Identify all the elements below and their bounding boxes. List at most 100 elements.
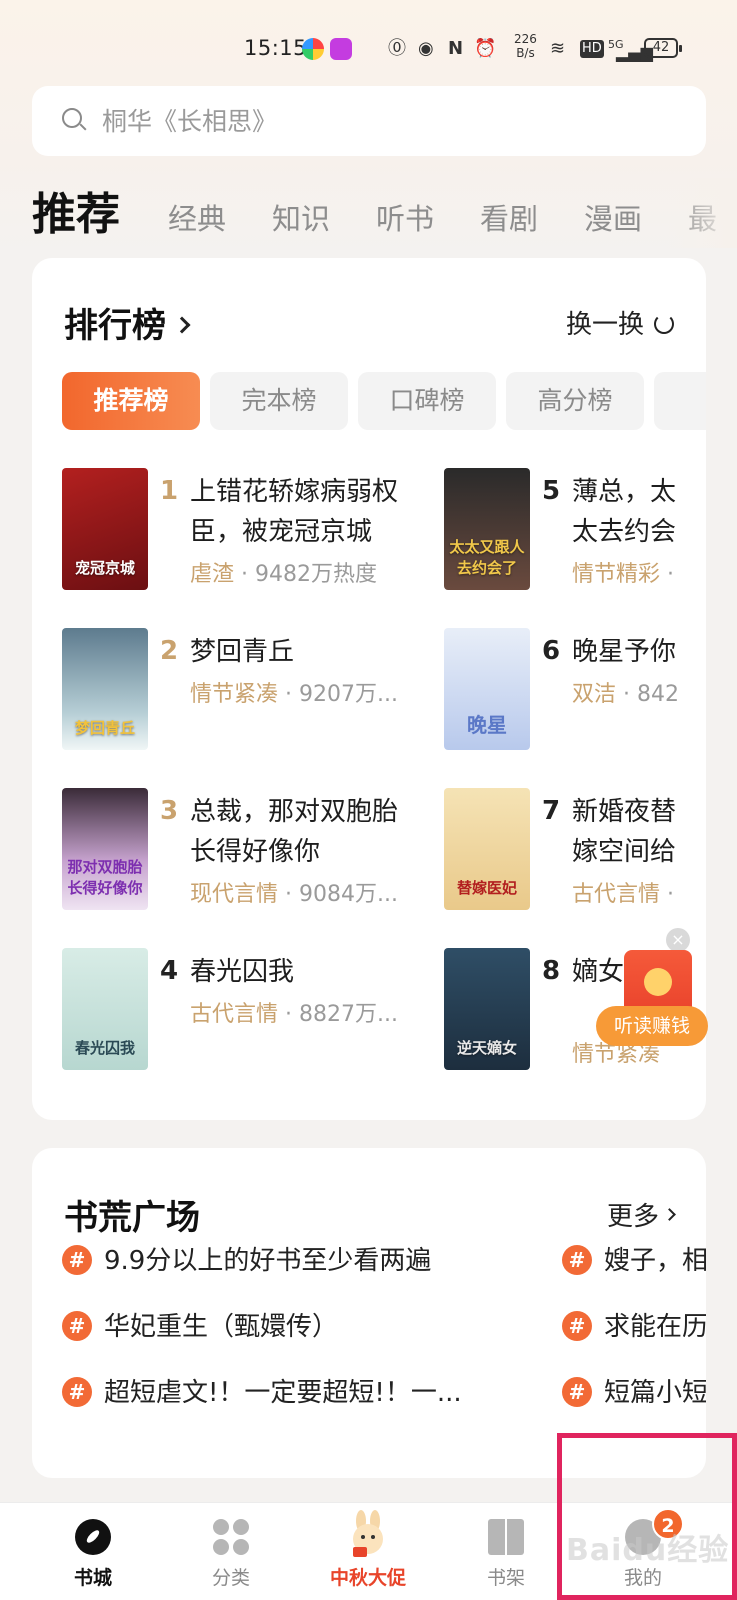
highlight-box [557,1433,737,1600]
topic-item[interactable]: #9.9分以上的好书至少看两遍 [62,1240,431,1280]
earn-label: 听读赚钱 [596,1006,708,1046]
rank-number: 3 [160,796,179,826]
hashtag-icon: # [62,1244,92,1275]
chip-reputation[interactable]: 口碑榜 [358,372,496,430]
hd-icon: HD [580,40,604,58]
rank-number: 7 [542,796,561,826]
tab-classic[interactable]: 经典 [168,196,226,238]
app-notification-icon [302,38,324,60]
book-meta: 古代言情 · 8827万... [190,1002,398,1027]
rank-number: 6 [542,636,561,666]
book-title: 总裁，那对双胞胎长得好像你 [190,797,399,867]
nav-bookshelf[interactable]: 书架 [451,1503,561,1600]
tab-recommend[interactable]: 推荐 [32,178,120,242]
search-input[interactable] [102,102,682,140]
nfc-icon: ⓪ [388,38,406,59]
compass-icon [75,1519,111,1555]
ranking-title[interactable]: 排行榜 [64,298,191,347]
rank-number: 1 [160,476,179,506]
alarm-icon: ⏰ [474,38,497,59]
topic-item[interactable]: # 求能在历 [562,1306,706,1346]
book-item[interactable]: 梦回青丘 2 梦回青丘 情节紧凑 · 9207万... [62,628,422,750]
chip-complete[interactable]: 完本榜 [210,372,348,430]
network-speed: 226 B/s [514,32,537,60]
book-item[interactable]: 春光囚我 4 春光囚我 古代言情 · 8827万... [62,948,422,1070]
book-item[interactable]: 晚星 6 晚星予你 双洁 · 842 [444,628,706,750]
book-title: 春光囚我 [190,957,295,987]
watermark: Baidu经验 [566,1533,730,1568]
rank-number: 8 [542,956,561,986]
tab-knowledge[interactable]: 知识 [272,196,330,238]
book-item[interactable]: 宠冠京城 1 上错花轿嫁病弱权臣，被宠冠京城 虐渣 · 9482万热度 [62,468,422,590]
nfc-n-icon: N [448,38,464,59]
chevron-right-icon [663,1208,676,1221]
eye-icon: ◉ [418,38,434,59]
tab-drama[interactable]: 看剧 [480,196,538,238]
book-cover: 逆天嫡女 [444,948,530,1070]
coin-icon [644,968,672,996]
book-item[interactable]: 替嫁医妃 7 新婚夜替嫁空间给战 古代言情 · [444,788,706,910]
book-meta: 古代言情 · [572,882,675,907]
book-title: 晚星予你 [572,637,677,667]
book-title: 薄总，太太去约会了 [572,477,677,547]
book-item[interactable]: 那对双胞胎长得好像你 3 总裁，那对双胞胎长得好像你 现代言情 · 9084万.… [62,788,422,910]
category-tabs: 推荐 经典 知识 听书 看剧 漫画 最 [0,178,737,248]
ranking-chips: 推荐榜 完本榜 口碑榜 高分榜 [62,372,706,432]
category-grid-icon [213,1519,249,1555]
battery-icon: 42 [644,38,682,58]
book-cover: 晚星 [444,628,530,750]
close-icon[interactable]: × [666,928,690,952]
red-packet-widget[interactable]: 听读赚钱 [596,950,708,1060]
topic-item[interactable]: # 嫂子，相 [562,1240,706,1280]
book-meta: 情节紧凑 · 9207万... [190,682,398,707]
hashtag-icon: # [562,1376,592,1407]
rank-number: 5 [542,476,561,506]
hashtag-icon: # [562,1244,592,1275]
rank-number: 2 [160,636,179,666]
more-button[interactable]: 更多 [607,1196,676,1233]
topic-item[interactable]: # 超短虐文!！一定要超短!！一... [62,1372,462,1412]
bookshelf-icon [488,1519,524,1555]
refresh-button[interactable]: 换一换 [566,304,674,341]
book-cover: 梦回青丘 [62,628,148,750]
chip-recommend[interactable]: 推荐榜 [62,372,200,430]
hashtag-icon: # [62,1310,92,1341]
book-cover: 宠冠京城 [62,468,148,590]
chip-high-score[interactable]: 高分榜 [506,372,644,430]
status-bar: 15:15 ⓪ ◉ N ⏰ 226 B/s ≋ HD 5G ▂▄▆ 42 [0,28,737,72]
tab-comics[interactable]: 漫画 [584,196,642,238]
book-plaza-card: 书荒广场 更多 #9.9分以上的好书至少看两遍 # 华妃重生（甄嬛传） # 超短虐文… [32,1148,706,1478]
wifi-icon: ≋ [550,38,566,59]
book-cover: 太太又跟人去约会了 [444,468,530,590]
ranking-card: 排行榜 换一换 推荐榜 完本榜 口碑榜 高分榜 宠冠京城 1 上错花轿嫁病弱权臣… [32,258,706,1120]
tabs-fade [667,178,737,248]
book-meta: 双洁 · 842 [572,682,679,707]
status-time: 15:15 [244,36,308,60]
topic-item[interactable]: # 短篇小短 [562,1372,706,1412]
app-notification-icon [330,38,352,60]
rank-number: 4 [160,956,179,986]
tab-audiobook[interactable]: 听书 [376,196,434,238]
search-bar[interactable] [32,86,706,156]
nav-mid-autumn-sale[interactable]: 中秋大促 [313,1503,423,1600]
search-icon [62,108,82,128]
plaza-title: 书荒广场 [64,1198,200,1238]
topic-item[interactable]: # 华妃重生（甄嬛传） [62,1306,338,1346]
refresh-icon [654,313,674,334]
book-cover: 替嫁医妃 [444,788,530,910]
book-title: 上错花轿嫁病弱权臣，被宠冠京城 [190,477,399,547]
book-meta: 情节精彩 · [572,562,675,587]
chip-more[interactable] [654,372,706,430]
hashtag-icon: # [562,1310,592,1341]
book-meta: 现代言情 · 9084万... [190,882,398,907]
book-meta: 虐渣 · 9482万热度 [190,562,377,587]
rabbit-icon [353,1510,383,1557]
book-cover: 春光囚我 [62,948,148,1070]
book-title: 新婚夜替嫁空间给战 [572,797,677,867]
nav-category[interactable]: 分类 [176,1503,286,1600]
chevron-right-icon [173,316,191,333]
book-item[interactable]: 太太又跟人去约会了 5 薄总，太太去约会了 情节精彩 · [444,468,706,590]
nav-bookstore[interactable]: 书城 [38,1503,148,1600]
book-cover: 那对双胞胎长得好像你 [62,788,148,910]
hashtag-icon: # [62,1376,92,1407]
